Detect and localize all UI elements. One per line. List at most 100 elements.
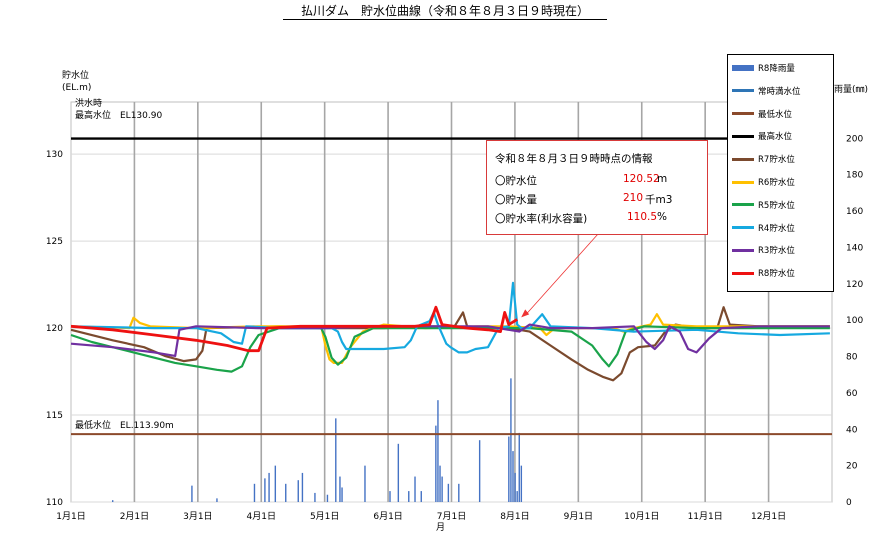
x-tick-label: 11月1日: [688, 511, 723, 522]
y-right-tick-label: 180: [846, 171, 863, 181]
rain-bar: [508, 436, 510, 502]
legend-swatch: [732, 271, 754, 275]
rain-bar: [268, 472, 270, 502]
legend-swatch: [732, 157, 754, 161]
y-right-tick-label: 80: [846, 353, 858, 363]
legend: R8降雨量常時満水位最低水位最高水位 R7貯水位 R6貯水位 R5貯水位 R4貯水位 R3…: [727, 54, 834, 292]
rain-bar: [518, 432, 520, 502]
rain-bar: [520, 465, 523, 502]
y-left-tick-label: 120: [46, 324, 63, 334]
x-tick-label: 8月1日: [500, 511, 529, 522]
info-rate-value: 110.5: [627, 211, 658, 223]
callout-arrowhead: [521, 309, 530, 318]
y-left-tick-label: 110: [46, 498, 63, 508]
y-right-tick-label: 20: [846, 462, 858, 472]
rain-bar: [274, 465, 277, 502]
y-right-tick-label: 120: [846, 280, 863, 290]
flood-level-label: 洪水時 最高水位 EL130.90: [75, 99, 163, 121]
x-tick-label: 4月1日: [247, 511, 276, 522]
legend-item: R8貯水位: [732, 266, 795, 280]
legend-label: R5貯水位: [758, 200, 795, 211]
y-right-tick-label: 140: [846, 243, 863, 253]
rain-bar: [364, 465, 366, 502]
rain-bar: [439, 465, 441, 502]
rain-bar: [314, 492, 316, 502]
rain-bar: [191, 485, 193, 502]
info-rate-label: 〇貯水率(利水容量): [495, 213, 588, 225]
legend-label: 最低水位: [758, 109, 793, 120]
legend-swatch: [732, 134, 754, 138]
chart-title: 払川ダム 貯水位曲線（令和８年８月３日９時現在）: [0, 2, 890, 20]
rain-bar: [297, 480, 299, 502]
rain-bar: [435, 425, 437, 502]
legend-label: R6貯水位: [758, 178, 795, 188]
min-level-label: 最低水位 EL.113.90m: [75, 421, 174, 431]
legend-label: R8貯水位: [758, 269, 795, 280]
legend-swatch: [732, 203, 754, 207]
x-tick-label: 1月1日: [56, 511, 85, 522]
rain-bar: [339, 476, 341, 502]
rain-bar: [516, 491, 518, 502]
rain-bar: [408, 491, 410, 502]
x-tick-label: 9月1日: [564, 511, 593, 522]
info-level-label: 〇貯水位: [495, 175, 537, 187]
series-line: [70, 306, 830, 382]
rain-bar: [397, 443, 400, 502]
rain-bar: [447, 483, 450, 502]
x-tick-label: 2月1日: [120, 511, 149, 522]
info-volume-value: 210: [623, 192, 644, 204]
y-right-tick-label: 40: [846, 425, 858, 435]
x-tick-label: 10月1日: [624, 511, 659, 522]
legend-label: R8降雨量: [758, 64, 795, 74]
legend-item: R8降雨量: [732, 61, 795, 75]
rain-bar: [326, 494, 329, 502]
rain-bar: [253, 483, 256, 502]
y-left-tick-label: 125: [46, 237, 63, 247]
info-rate-unit: %: [657, 211, 667, 223]
y-right-tick-label: 100: [846, 316, 863, 326]
y-right-tick-label: 60: [846, 389, 858, 399]
info-volume-label: 〇貯水量: [495, 194, 537, 206]
legend-item: R5貯水位: [732, 198, 795, 212]
y-right-tick-label: 160: [846, 207, 863, 217]
info-volume-unit: 千m3: [645, 194, 673, 206]
x-tick-label: 12月1日: [751, 511, 786, 522]
rain-bar: [301, 472, 304, 502]
rain-bar: [437, 400, 439, 502]
rain-bar: [420, 491, 422, 502]
y-right-label: 雨量(㎜): [834, 85, 869, 95]
rain-bar: [341, 487, 343, 502]
legend-item: 最高水位: [732, 129, 792, 143]
y-right-tick-label: 200: [846, 134, 863, 144]
rain-bar: [458, 483, 460, 502]
legend-label: R7貯水位: [758, 155, 795, 166]
callout-arrow: [524, 233, 599, 316]
y-right-tick-label: 0: [846, 498, 852, 508]
rain-bar: [512, 451, 514, 502]
rain-bar: [335, 418, 337, 502]
rain-bar: [389, 491, 391, 502]
legend-item: R4貯水位: [732, 221, 795, 235]
legend-label: 最高水位: [758, 132, 793, 143]
legend-item: R7貯水位: [732, 152, 795, 166]
rain-bar: [478, 440, 481, 502]
rain-bar: [510, 378, 512, 502]
legend-swatch: [732, 180, 754, 184]
rain-bar: [414, 476, 416, 502]
rain-bar: [285, 483, 287, 502]
legend-label: R3貯水位: [758, 246, 795, 257]
series-line: [70, 281, 830, 354]
legend-item: 常時満水位: [732, 84, 801, 98]
legend-swatch: [732, 248, 754, 252]
legend-label: 常時満水位: [758, 86, 801, 97]
rain-bar: [216, 498, 218, 502]
info-head: 令和８年８月３日９時時点の情報: [495, 153, 653, 165]
legend-swatch: [732, 65, 754, 71]
x-axis-unit: 月: [436, 523, 446, 533]
legend-item: R3貯水位: [732, 243, 795, 257]
legend-item: R6貯水位: [732, 175, 795, 189]
legend-swatch: [732, 112, 754, 116]
y-left-tick-label: 115: [46, 411, 63, 421]
info-level-value: 120.52: [623, 173, 660, 185]
x-tick-label: 6月1日: [373, 511, 402, 522]
